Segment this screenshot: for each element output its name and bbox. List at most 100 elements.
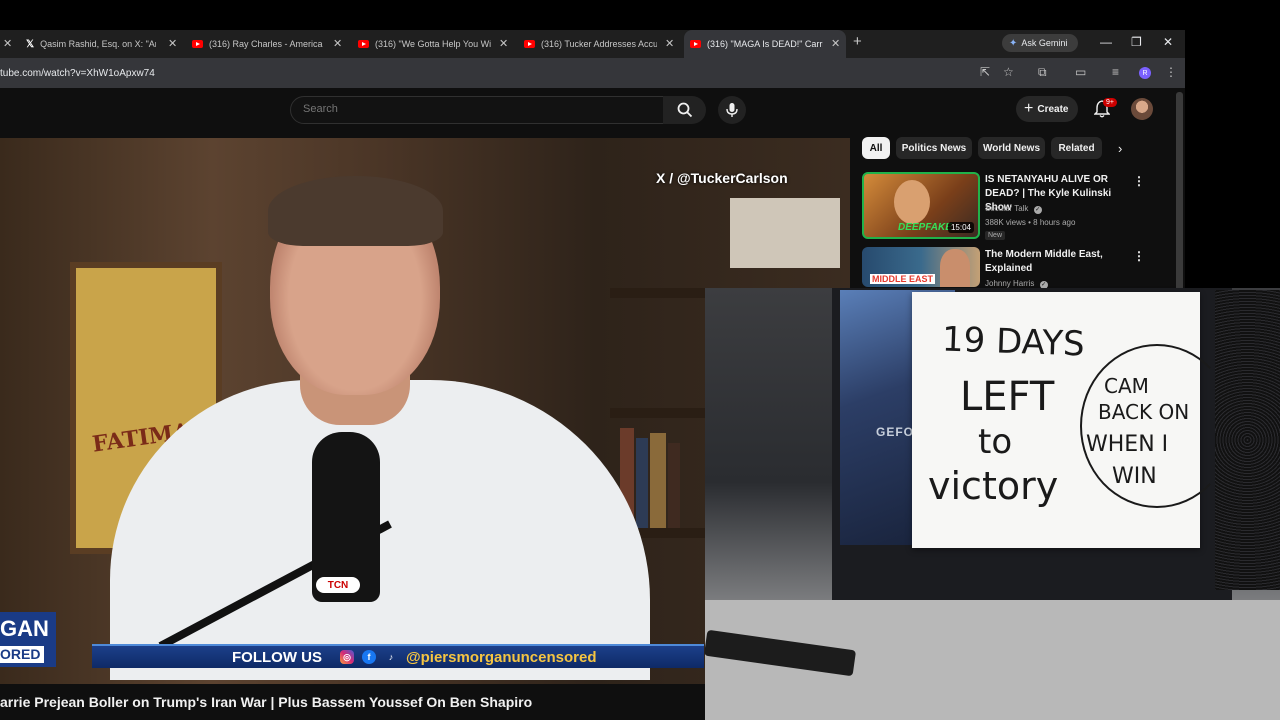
channel-label: Secular Talk <box>985 204 1029 213</box>
notification-badge: 9+ <box>1103 98 1117 107</box>
chip-world-news[interactable]: World News <box>978 137 1045 159</box>
thumbnail-caption: MIDDLE EAST <box>870 274 936 284</box>
thumbnail-face <box>894 180 930 224</box>
instagram-icon: ◎ <box>340 650 354 664</box>
tab-close-icon[interactable]: ✕ <box>3 37 12 50</box>
thumbnail-caption: DEEPFAKE <box>898 222 952 233</box>
tab-active[interactable]: (316) "MAGA Is DEAD!" Carrie P ✕ <box>684 30 846 58</box>
tab-3[interactable]: (316) "We Gotta Help You Win!" ✕ <box>358 30 514 58</box>
duration-badge: 15:04 <box>947 222 974 233</box>
tab-close-icon[interactable]: ✕ <box>168 37 177 50</box>
search-icon <box>677 102 692 118</box>
book <box>668 443 680 528</box>
tab-close-icon[interactable]: ✕ <box>831 37 840 50</box>
framed-picture <box>730 198 840 268</box>
window-close-icon[interactable]: ✕ <box>1163 35 1173 49</box>
search-button[interactable] <box>663 96 706 124</box>
video-watermark: X / @TuckerCarlson <box>656 170 788 186</box>
sign-line: 19 DAYS <box>941 319 1086 365</box>
sign-circle-line: WIN <box>1112 464 1157 489</box>
tab-title: (316) "We Gotta Help You Win!" <box>375 39 491 49</box>
sign-circle-line: WHEN I <box>1086 432 1169 457</box>
gemini-sparkle-icon: ✦ <box>1009 37 1018 49</box>
x-icon: 𝕏 <box>26 38 35 50</box>
create-button[interactable]: + Create <box>1016 96 1078 122</box>
channel-name[interactable]: Secular Talk ✓ <box>985 204 1042 214</box>
youtube-icon <box>192 40 203 48</box>
search-input[interactable] <box>301 102 645 116</box>
tab-title: (316) Ray Charles - America The <box>209 39 325 49</box>
book <box>636 438 648 528</box>
youtube-icon <box>358 40 369 48</box>
voice-search-button[interactable] <box>718 96 746 124</box>
speaker-hair <box>268 176 443 246</box>
sign-line: to <box>978 422 1013 462</box>
sign-circle-line: BACK ON <box>1098 400 1190 424</box>
minimize-icon[interactable]: — <box>1100 35 1112 49</box>
ask-gemini-button[interactable]: ✦ Ask Gemini <box>1002 34 1078 52</box>
channel-label: Johnny Harris <box>985 279 1035 288</box>
chip-all[interactable]: All <box>862 137 890 159</box>
recommendation-thumbnail[interactable]: DEEPFAKE 15:04 <box>862 172 980 239</box>
show-logo-line1: GAN <box>0 616 49 641</box>
create-label: Create <box>1037 103 1069 115</box>
cast-icon[interactable]: ⇱ <box>980 65 990 79</box>
avatar[interactable] <box>1131 98 1153 120</box>
show-logo-line2: ORED <box>0 646 44 663</box>
tab-partial[interactable]: ✕ <box>0 30 14 58</box>
recommendation-title-line: The Modern Middle East, <box>985 249 1103 260</box>
handwritten-sign: 19 DAYS LEFT to victory CAM BACK ON WHEN… <box>912 292 1234 548</box>
video-title: arrie Prejean Boller on Trump's Iran War… <box>0 694 533 710</box>
tab-title: Qasim Rashid, Esq. on X: "An u <box>40 39 157 49</box>
new-badge: New <box>985 231 1006 240</box>
tab-1[interactable]: 𝕏 Qasim Rashid, Esq. on X: "An u ✕ <box>26 30 182 58</box>
view-count: 388K views • 8 hours ago <box>985 218 1076 227</box>
thumbnail-face <box>940 249 970 287</box>
search-field[interactable] <box>290 96 664 124</box>
tab-close-icon[interactable]: ✕ <box>499 37 508 50</box>
mic-brand-label: TCN <box>316 577 360 593</box>
book <box>650 433 666 528</box>
media-controls-icon[interactable]: ≡ <box>1112 65 1119 79</box>
screen-top-strip <box>0 0 1280 30</box>
tab-close-icon[interactable]: ✕ <box>333 37 342 50</box>
recommendation-thumbnail[interactable]: MIDDLE EAST <box>862 247 980 287</box>
page-scrollbar[interactable] <box>1176 92 1183 292</box>
social-handle: @piersmorganuncensored <box>406 648 597 666</box>
bookmark-star-icon[interactable]: ☆ <box>1003 65 1014 79</box>
tab-2[interactable]: (316) Ray Charles - America The ✕ <box>192 30 348 58</box>
microphone-icon <box>726 103 738 117</box>
chevron-right-icon[interactable]: › <box>1118 141 1122 156</box>
chip-related[interactable]: Related <box>1051 137 1102 159</box>
show-logo: GAN ORED <box>0 612 56 667</box>
plus-icon: + <box>1024 100 1034 117</box>
tiktok-icon: ♪ <box>388 652 394 662</box>
youtube-icon <box>524 40 535 48</box>
follow-us-label: FOLLOW US <box>232 648 322 666</box>
address-bar[interactable]: tube.com/watch?v=XhW1oApxw74 <box>0 68 155 79</box>
recommendation-title[interactable]: The Modern Middle East, Explained <box>985 248 1125 276</box>
extensions-icon[interactable]: ⧉ <box>1038 65 1047 80</box>
ask-gemini-label: Ask Gemini <box>1021 38 1068 48</box>
chip-politics-news[interactable]: Politics News <box>896 137 972 159</box>
new-tab-plus-icon[interactable]: + <box>853 33 862 50</box>
tab-title: (316) Tucker Addresses Accusa <box>541 39 657 49</box>
split-view-icon[interactable]: ▭ <box>1075 65 1086 79</box>
browser-menu-icon[interactable]: ⋮ <box>1165 65 1177 79</box>
tab-4[interactable]: (316) Tucker Addresses Accusa ✕ <box>524 30 680 58</box>
maximize-icon[interactable]: ❐ <box>1131 35 1142 49</box>
youtube-icon <box>690 40 701 48</box>
sign-circle-line: CAM <box>1104 374 1149 398</box>
browser-profile-avatar[interactable]: R <box>1139 67 1151 79</box>
sign-line: LEFT <box>960 374 1055 420</box>
sign-line: victory <box>928 464 1059 508</box>
follow-us-banner: FOLLOW US ◎ f ♪ @piersmorganuncensored <box>92 644 704 668</box>
more-options-icon[interactable]: ⋮ <box>1133 174 1145 188</box>
facebook-icon: f <box>362 650 376 664</box>
tab-close-icon[interactable]: ✕ <box>665 37 674 50</box>
recommendation-title-line: IS NETANYAHU ALIVE OR <box>985 174 1108 185</box>
tab-title: (316) "MAGA Is DEAD!" Carrie P <box>707 39 823 49</box>
more-options-icon[interactable]: ⋮ <box>1133 249 1145 263</box>
recommendation-title-line: Explained <box>985 263 1033 274</box>
verified-icon: ✓ <box>1033 206 1042 214</box>
